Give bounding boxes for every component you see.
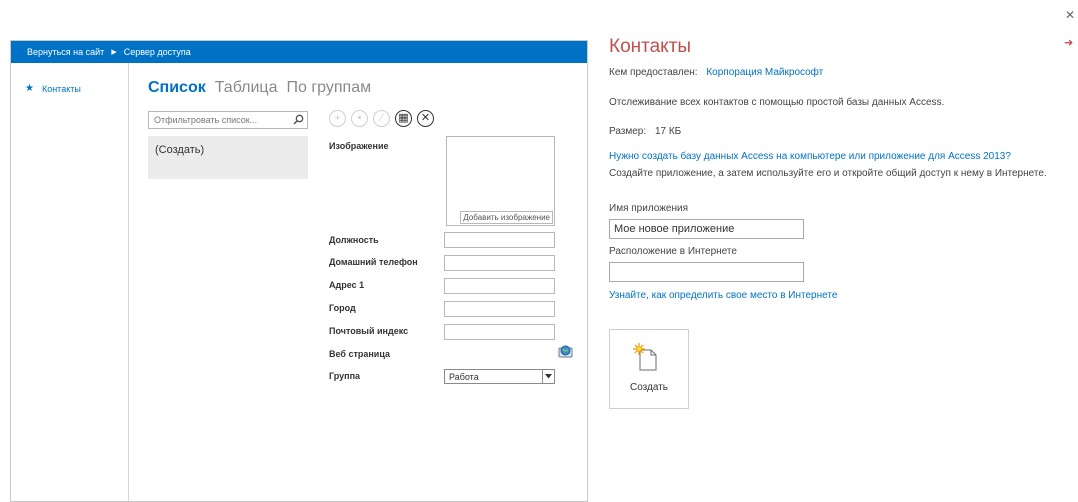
tab-by-groups[interactable]: По группам bbox=[286, 79, 371, 97]
nav-item-label: Контакты bbox=[41, 83, 81, 94]
delete-icon[interactable]: • bbox=[351, 110, 368, 127]
save-icon[interactable]: ▦ bbox=[395, 110, 412, 127]
group-select-value: Работа bbox=[449, 371, 479, 382]
home-phone-label: Домашний телефон bbox=[329, 257, 418, 267]
city-field[interactable] bbox=[444, 301, 555, 317]
provided-by-label: Кем предоставлен: bbox=[609, 67, 698, 78]
app-preview: Вернуться на сайт ▶ Сервер доступа ★ Кон… bbox=[10, 40, 588, 502]
cancel-icon[interactable]: ✕ bbox=[417, 110, 434, 127]
chevron-down-icon bbox=[542, 370, 554, 383]
tab-list[interactable]: Список bbox=[148, 79, 206, 97]
address-field[interactable] bbox=[444, 278, 555, 294]
edit-icon[interactable]: ∕ bbox=[373, 110, 390, 127]
close-icon[interactable]: ✕ bbox=[1065, 8, 1075, 22]
size-label: Размер: bbox=[609, 126, 647, 137]
location-help-link[interactable]: Узнайте, как определить свое место в Инт… bbox=[609, 290, 837, 301]
desktop-db-link[interactable]: Нужно создать базу данных Access на комп… bbox=[609, 151, 1011, 162]
position-field[interactable] bbox=[444, 232, 555, 248]
provider-link[interactable]: Корпорация Майкрософт bbox=[706, 67, 823, 78]
web-page-label: Веб страница bbox=[329, 349, 390, 359]
access-server-link[interactable]: Сервер доступа bbox=[124, 47, 191, 57]
app-name-input[interactable] bbox=[609, 219, 804, 239]
new-document-icon bbox=[632, 342, 660, 377]
app-name-label: Имя приложения bbox=[609, 203, 688, 214]
zip-field[interactable] bbox=[444, 324, 555, 340]
nav-item-contacts[interactable]: ★ Контакты bbox=[25, 83, 81, 94]
action-bar: + • ∕ ▦ ✕ bbox=[329, 110, 439, 127]
location-input[interactable] bbox=[609, 262, 804, 282]
size-row: Размер: 17 КБ bbox=[609, 126, 681, 137]
search-icon[interactable] bbox=[291, 112, 307, 128]
tab-table[interactable]: Таблица bbox=[215, 79, 278, 97]
web-link-icon[interactable] bbox=[558, 344, 574, 360]
back-to-site-link[interactable]: Вернуться на сайт bbox=[27, 47, 104, 57]
location-label: Расположение в Интернете bbox=[609, 246, 737, 257]
position-label: Должность bbox=[329, 235, 379, 245]
address-label: Адрес 1 bbox=[329, 280, 365, 290]
image-placeholder: Добавить изображение bbox=[446, 136, 555, 226]
template-description: Отслеживание всех контактов с помощью пр… bbox=[609, 97, 945, 108]
create-button[interactable]: Создать bbox=[609, 329, 689, 409]
group-label: Группа bbox=[329, 371, 361, 381]
top-nav-bar: Вернуться на сайт ▶ Сервер доступа bbox=[11, 41, 587, 63]
template-title: Контакты bbox=[609, 36, 692, 57]
list-item-create[interactable]: (Создать) bbox=[155, 144, 204, 156]
star-icon: ★ bbox=[25, 83, 34, 94]
image-label: Изображение bbox=[329, 141, 389, 151]
pin-icon[interactable]: ➜ bbox=[1064, 36, 1073, 49]
size-value: 17 КБ bbox=[654, 126, 682, 137]
home-phone-field[interactable] bbox=[444, 255, 555, 271]
city-label: Город bbox=[329, 303, 356, 313]
create-button-label: Создать bbox=[629, 382, 668, 393]
breadcrumb-arrow-icon: ▶ bbox=[111, 49, 117, 56]
group-select[interactable]: Работа bbox=[444, 369, 555, 384]
add-icon[interactable]: + bbox=[329, 110, 346, 127]
view-tabs: Список Таблица По группам bbox=[148, 79, 380, 97]
add-image-button[interactable]: Добавить изображение bbox=[460, 211, 553, 224]
instructions-text: Создайте приложение, а затем используйте… bbox=[609, 168, 1047, 179]
filter-placeholder: Отфильтровать список... bbox=[154, 115, 258, 125]
filter-list-input[interactable]: Отфильтровать список... bbox=[148, 111, 308, 129]
provided-by-row: Кем предоставлен: Корпорация Майкрософт bbox=[609, 67, 823, 78]
left-nav: ★ Контакты bbox=[11, 63, 129, 501]
record-list: (Создать) bbox=[148, 136, 308, 179]
zip-label: Почтовый индекс bbox=[329, 326, 409, 336]
